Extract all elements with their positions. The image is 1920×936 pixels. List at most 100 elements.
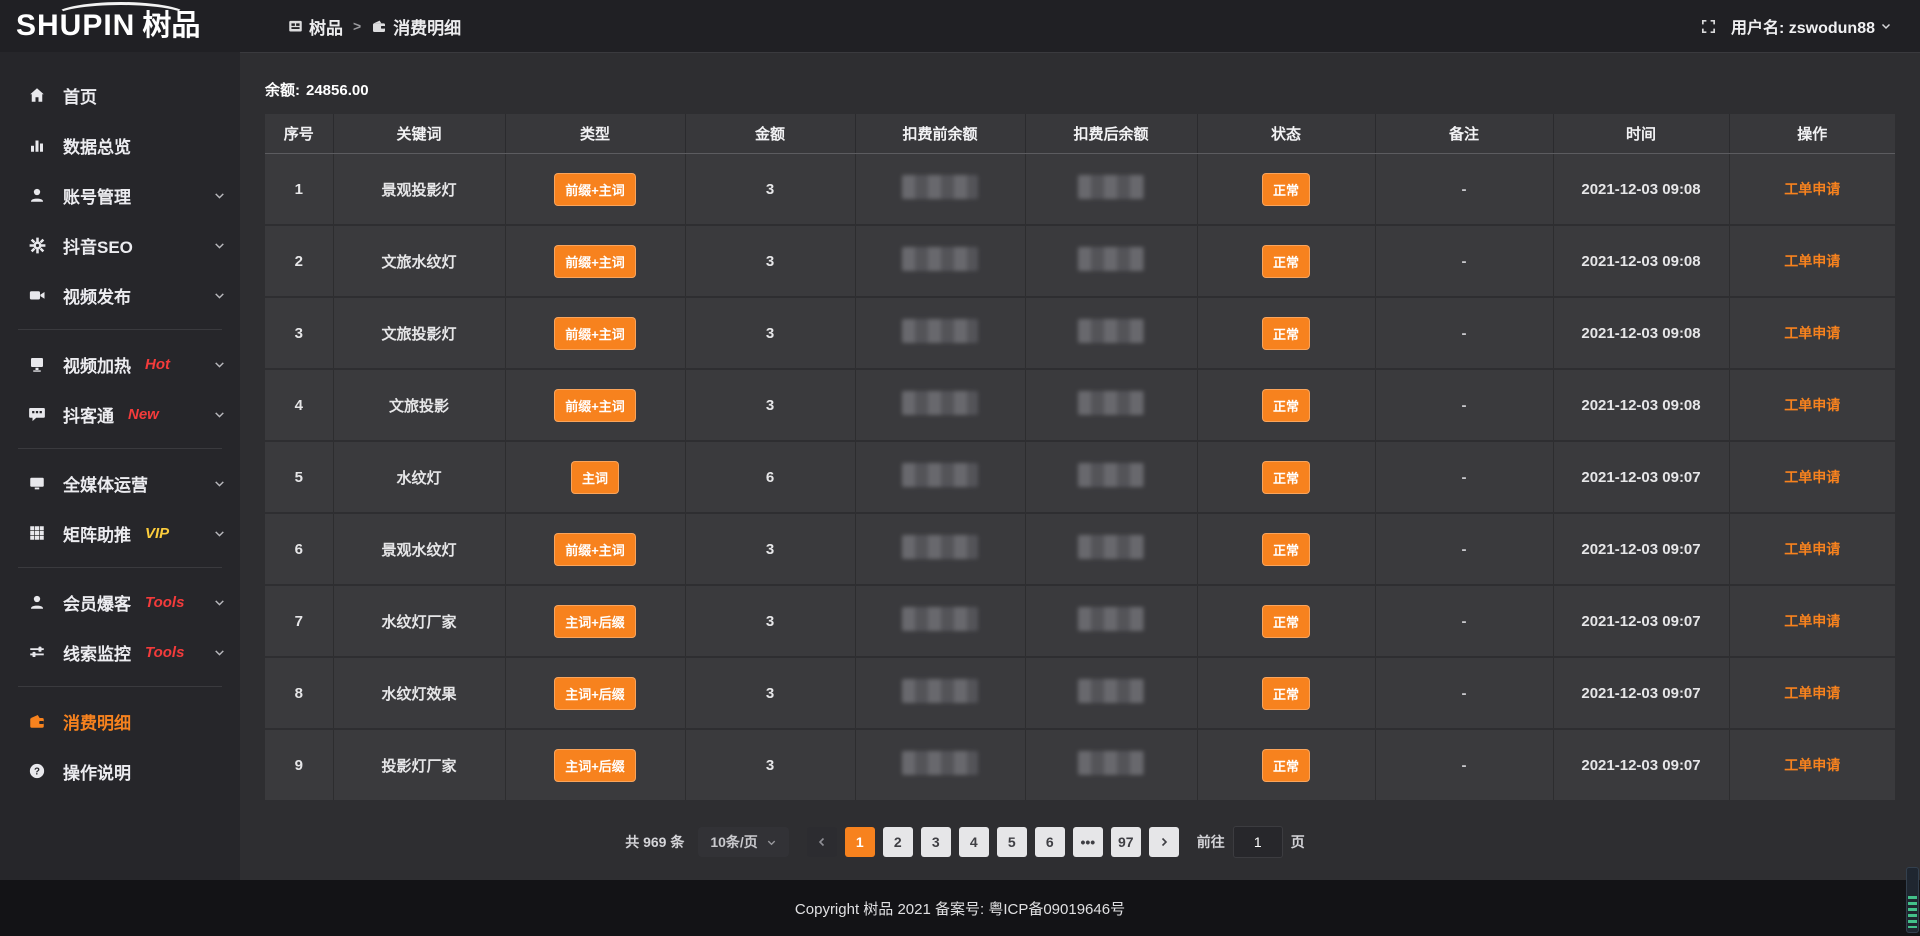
member-icon xyxy=(26,593,48,611)
work-order-link[interactable]: 工单申请 xyxy=(1784,685,1840,701)
work-order-link[interactable]: 工单申请 xyxy=(1784,541,1840,557)
grid-icon xyxy=(26,524,48,542)
page-button[interactable]: 3 xyxy=(921,827,951,857)
type-badge: 前缀+主词 xyxy=(554,245,636,278)
type-badge: 前缀+主词 xyxy=(554,533,636,566)
type-badge: 主词+后缀 xyxy=(554,749,636,782)
cell-time: 2021-12-03 09:07 xyxy=(1553,729,1729,801)
sidebar-item-account-management[interactable]: 账号管理 xyxy=(0,170,240,220)
page-button[interactable]: 6 xyxy=(1035,827,1065,857)
cell-balance-before xyxy=(855,297,1025,369)
page-button[interactable]: 5 xyxy=(997,827,1027,857)
type-badge: 主词+后缀 xyxy=(554,677,636,710)
hot-tag: Hot xyxy=(145,356,170,373)
cell-keyword: 文旅投影 xyxy=(333,369,505,441)
topbar: SHUPIN 树品 树品 > 消费明细 用户名: zsw xyxy=(0,0,1920,52)
sidebar-item-member-burst[interactable]: 会员爆客 Tools xyxy=(0,577,240,627)
column-header: 序号 xyxy=(265,114,333,154)
page-size-value: 10条/页 xyxy=(710,832,757,852)
cell-time: 2021-12-03 09:08 xyxy=(1553,154,1729,226)
cell-action: 工单申请 xyxy=(1729,369,1895,441)
cell-amount: 6 xyxy=(685,441,855,513)
cell-index: 7 xyxy=(265,585,333,657)
footer: Copyright 树品 2021 备案号: 粤ICP备09019646号 xyxy=(0,880,1920,936)
work-order-link[interactable]: 工单申请 xyxy=(1784,325,1840,341)
sidebar-item-label: 操作说明 xyxy=(63,759,131,784)
page-button[interactable]: 4 xyxy=(959,827,989,857)
svg-text:?: ? xyxy=(34,766,40,777)
tools-tag: Tools xyxy=(145,594,184,611)
page-button[interactable]: 97 xyxy=(1111,827,1141,857)
page-button[interactable]: 1 xyxy=(845,827,875,857)
sidebar-item-consumption-details[interactable]: 消费明细 xyxy=(0,696,240,746)
page-button[interactable]: 2 xyxy=(883,827,913,857)
cell-amount: 3 xyxy=(685,225,855,297)
cell-index: 3 xyxy=(265,297,333,369)
gear-icon xyxy=(26,236,48,255)
goto-page-input[interactable] xyxy=(1233,826,1283,858)
prev-page-button[interactable] xyxy=(807,827,837,857)
breadcrumb-item-home[interactable]: 树品 xyxy=(288,14,343,39)
breadcrumb-item-current[interactable]: 消费明细 xyxy=(371,14,461,39)
cell-remark: - xyxy=(1375,657,1553,729)
work-order-link[interactable]: 工单申请 xyxy=(1784,757,1840,773)
cell-balance-before xyxy=(855,154,1025,226)
page-button[interactable]: ••• xyxy=(1073,827,1103,857)
column-header: 金额 xyxy=(685,114,855,154)
column-header: 关键词 xyxy=(333,114,505,154)
cell-type: 前缀+主词 xyxy=(505,369,685,441)
blurred-value xyxy=(902,679,978,703)
cell-index: 6 xyxy=(265,513,333,585)
total-count: 共 969 条 xyxy=(625,832,684,852)
sidebar-item-lead-monitor[interactable]: 线索监控 Tools xyxy=(0,627,240,677)
question-icon: ? xyxy=(26,762,48,780)
sidebar-item-douketong[interactable]: 抖客通 New xyxy=(0,389,240,439)
blurred-value xyxy=(1078,175,1144,199)
status-badge: 正常 xyxy=(1262,677,1310,710)
sidebar-item-douyin-seo[interactable]: 抖音SEO xyxy=(0,220,240,270)
sidebar-item-label: 抖客通 xyxy=(63,402,114,427)
table-header-row: 序号关键词类型金额扣费前余额扣费后余额状态备注时间操作 xyxy=(265,114,1895,154)
main-content: 余额:24856.00 序号关键词类型金额扣费前余额扣费后余额状态备注时间操作 … xyxy=(240,52,1920,880)
cell-remark: - xyxy=(1375,513,1553,585)
cell-balance-after xyxy=(1025,657,1197,729)
cell-status: 正常 xyxy=(1197,154,1375,226)
work-order-link[interactable]: 工单申请 xyxy=(1784,181,1840,197)
sidebar-item-video-publish[interactable]: 视频发布 xyxy=(0,270,240,320)
page-size-select[interactable]: 10条/页 xyxy=(698,827,788,857)
sidebar-divider xyxy=(18,448,222,449)
cell-remark: - xyxy=(1375,729,1553,801)
cell-type: 主词+后缀 xyxy=(505,729,685,801)
fullscreen-icon[interactable] xyxy=(1700,18,1717,35)
sidebar-item-data-overview[interactable]: 数据总览 xyxy=(0,120,240,170)
work-order-link[interactable]: 工单申请 xyxy=(1784,253,1840,269)
home-icon xyxy=(26,86,48,104)
sidebar-item-matrix-boost[interactable]: 矩阵助推 VIP xyxy=(0,508,240,558)
work-order-link[interactable]: 工单申请 xyxy=(1784,397,1840,413)
bar-chart-icon xyxy=(26,136,48,154)
cell-status: 正常 xyxy=(1197,441,1375,513)
topbar-right: 用户名: zswodun88 xyxy=(1700,14,1920,38)
cell-action: 工单申请 xyxy=(1729,297,1895,369)
blurred-value xyxy=(902,391,978,415)
sidebar-item-omnimedia[interactable]: 全媒体运营 xyxy=(0,458,240,508)
next-page-button[interactable] xyxy=(1149,827,1179,857)
cell-action: 工单申请 xyxy=(1729,657,1895,729)
sidebar-item-home[interactable]: 首页 xyxy=(0,70,240,120)
chevron-down-icon xyxy=(213,408,226,421)
cell-amount: 3 xyxy=(685,585,855,657)
work-order-link[interactable]: 工单申请 xyxy=(1784,613,1840,629)
sidebar-item-instructions[interactable]: ? 操作说明 xyxy=(0,746,240,796)
sidebar-item-video-heating[interactable]: 视频加热 Hot xyxy=(0,339,240,389)
corner-widget[interactable] xyxy=(1906,867,1919,933)
column-header: 状态 xyxy=(1197,114,1375,154)
username-dropdown[interactable]: 用户名: zswodun88 xyxy=(1731,14,1892,38)
breadcrumb-label: 树品 xyxy=(309,14,343,39)
cell-action: 工单申请 xyxy=(1729,154,1895,226)
blurred-value xyxy=(902,175,978,199)
cell-index: 9 xyxy=(265,729,333,801)
cell-remark: - xyxy=(1375,297,1553,369)
work-order-link[interactable]: 工单申请 xyxy=(1784,469,1840,485)
consumption-table: 序号关键词类型金额扣费前余额扣费后余额状态备注时间操作 1 景观投影灯 前缀+主… xyxy=(265,114,1895,802)
chevron-right-icon xyxy=(1158,836,1170,848)
